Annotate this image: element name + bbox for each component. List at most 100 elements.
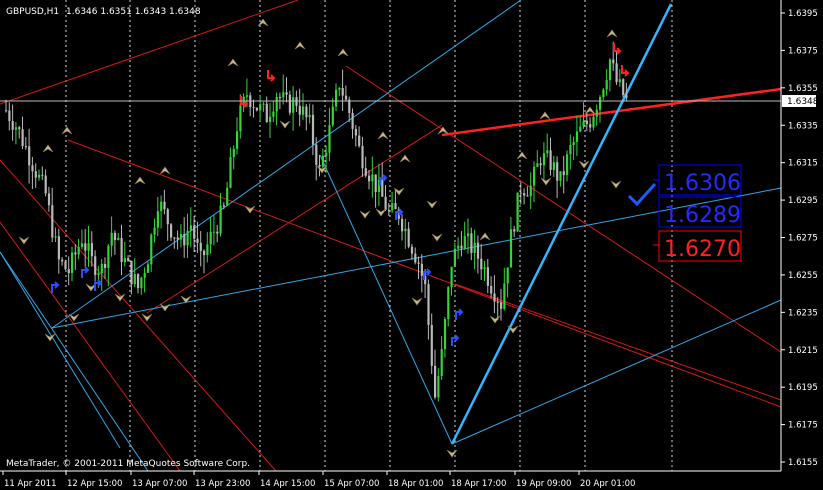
candle-body <box>602 89 605 98</box>
candle-body <box>146 264 150 273</box>
level-label-2: 1.6289 <box>664 203 741 228</box>
candle-body <box>351 112 354 129</box>
candle-body <box>457 245 460 249</box>
candle-body <box>500 302 503 309</box>
candle-body <box>133 274 136 285</box>
symbol-label: GBPUSD,H1 <box>6 7 59 17</box>
candle-body <box>21 129 24 147</box>
copyright-label: MetaTrader, © 2001-2011 MetaQuotes Softw… <box>6 459 250 469</box>
current-price-label: 1.6348 <box>787 97 819 107</box>
candle-body <box>404 228 407 232</box>
candle-body <box>104 263 107 268</box>
candle-body <box>212 231 216 233</box>
candle-body <box>97 273 100 275</box>
candle-body <box>123 258 126 263</box>
candle-body <box>401 218 404 232</box>
candle-body <box>503 283 506 309</box>
candle-body <box>368 175 371 182</box>
candle-body <box>625 95 628 98</box>
level-label-1: 1.6306 <box>664 171 741 196</box>
candle-body <box>374 174 377 192</box>
candle-body <box>572 141 575 145</box>
candle-body <box>77 247 80 255</box>
candle-body <box>513 229 516 232</box>
candle-body <box>259 104 262 111</box>
candle-body <box>292 97 295 113</box>
candle-body <box>463 236 466 249</box>
ohlc-label: 1.6346 1.6351 1.6343 1.6348 <box>66 7 201 17</box>
candle-body <box>305 106 308 118</box>
candle-body <box>539 163 542 166</box>
candle-body <box>427 284 430 325</box>
candle-body <box>542 153 546 166</box>
candle-body <box>183 233 186 246</box>
price-tick-label: 1.6235 <box>788 308 818 318</box>
candle-body <box>549 150 552 170</box>
candle-body <box>80 243 84 248</box>
candle-body <box>47 193 51 206</box>
candle-body <box>143 272 146 278</box>
candle-body <box>166 209 169 225</box>
candle-body <box>414 253 417 263</box>
candle-body <box>64 261 67 270</box>
price-tick-label: 1.6275 <box>788 234 818 244</box>
candle-body <box>559 171 562 181</box>
candle-body <box>222 205 225 207</box>
candle-body <box>269 116 272 123</box>
candle-body <box>536 163 539 167</box>
candle-body <box>193 225 196 239</box>
candle-body <box>186 230 189 246</box>
candle-body <box>8 110 11 122</box>
time-tick-label: 18 Apr 01:00 <box>388 479 443 489</box>
candle-body <box>546 150 549 154</box>
candle-body <box>57 236 60 260</box>
candle-body <box>348 99 351 113</box>
candle-body <box>31 165 34 172</box>
candle-body <box>506 267 509 284</box>
candle-body <box>67 269 70 274</box>
candle-body <box>262 103 265 105</box>
candle-body <box>127 258 130 261</box>
candle-body <box>216 231 219 234</box>
candle-body <box>523 193 526 196</box>
candle-body <box>236 131 239 149</box>
time-tick-label: 15 Apr 07:00 <box>324 479 379 489</box>
candle-body <box>476 242 480 259</box>
candle-body <box>496 301 499 303</box>
candle-body <box>170 224 173 238</box>
candle-body <box>87 243 90 251</box>
candle-body <box>120 237 123 263</box>
candle-body <box>18 127 21 130</box>
candle-body <box>107 245 110 268</box>
candle-body <box>209 231 212 245</box>
level-label-3: 1.6270 <box>664 237 741 262</box>
time-tick-label: 13 Apr 23:00 <box>195 479 250 489</box>
candle-body <box>447 287 450 320</box>
candle-body <box>34 171 37 178</box>
candle-body <box>480 258 483 270</box>
candle-body <box>226 187 229 206</box>
candle-body <box>130 260 133 285</box>
candle-body <box>437 376 440 398</box>
candle-body <box>51 205 54 238</box>
candle-body <box>381 179 384 197</box>
candle-body <box>325 152 328 156</box>
candle-body <box>420 263 423 276</box>
candle-body <box>278 96 282 98</box>
price-tick-label: 1.6375 <box>788 46 818 56</box>
candle-body <box>566 154 569 175</box>
candle-body <box>137 274 140 289</box>
candle-body <box>552 162 555 170</box>
candle-body <box>434 365 437 398</box>
candle-body <box>41 174 44 176</box>
candle-body <box>150 234 153 265</box>
candle-body <box>460 245 463 249</box>
price-tick-label: 1.6255 <box>788 271 818 281</box>
candle-body <box>245 95 249 97</box>
candle-body <box>318 164 321 167</box>
price-chart[interactable]: 1.6395 1.6375 1.6355 1.6335 1.6315 1.6295 1.62… <box>0 0 823 490</box>
candle-body <box>615 63 618 83</box>
candle-body <box>384 196 387 210</box>
candle-body <box>117 237 120 241</box>
candle-body <box>328 125 331 153</box>
